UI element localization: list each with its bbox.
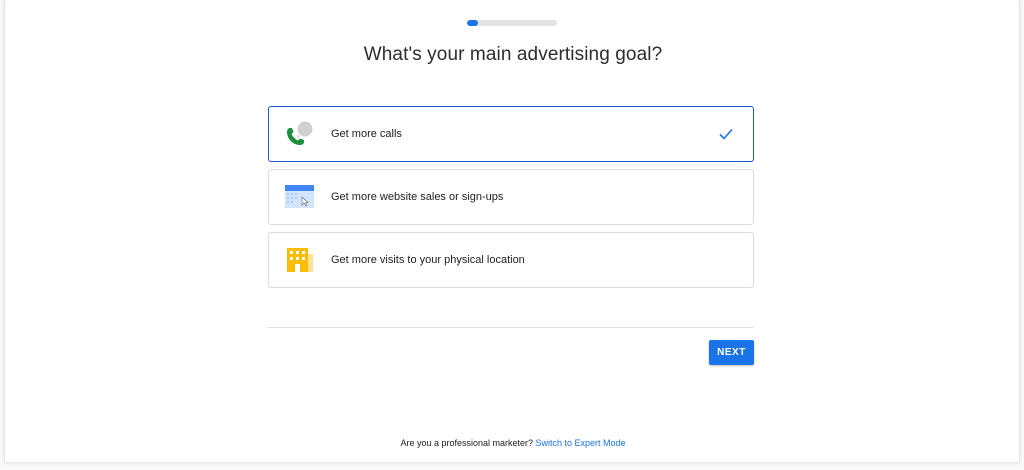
phone-chat-icon [269, 106, 331, 162]
storefront-icon [269, 232, 331, 288]
page-title: What's your main advertising goal? [363, 44, 663, 65]
progress-bar-fill [467, 20, 478, 26]
divider [268, 327, 754, 328]
onboarding-card: What's your main advertising goal? Get m… [4, 0, 1020, 462]
option-label: Get more calls [331, 128, 402, 140]
option-physical-visits[interactable]: Get more visits to your physical locatio… [268, 232, 754, 288]
checkmark-icon [719, 128, 733, 140]
option-label: Get more visits to your physical locatio… [331, 254, 525, 266]
page-background: What's your main advertising goal? Get m… [0, 0, 1024, 470]
footer-question: Are you a professional marketer? [400, 438, 536, 448]
next-button[interactable]: NEXT [709, 340, 754, 365]
option-label: Get more website sales or sign-ups [331, 191, 504, 203]
goal-options: Get more calls Get more website sales or… [268, 106, 754, 295]
browser-window-icon [269, 169, 331, 225]
switch-to-expert-mode-link[interactable]: Switch to Expert Mode [536, 438, 626, 448]
option-website-sales[interactable]: Get more website sales or sign-ups [268, 169, 754, 225]
progress-bar [467, 20, 557, 26]
option-get-more-calls[interactable]: Get more calls [268, 106, 754, 162]
footer: Are you a professional marketer? Switch … [5, 438, 1021, 448]
